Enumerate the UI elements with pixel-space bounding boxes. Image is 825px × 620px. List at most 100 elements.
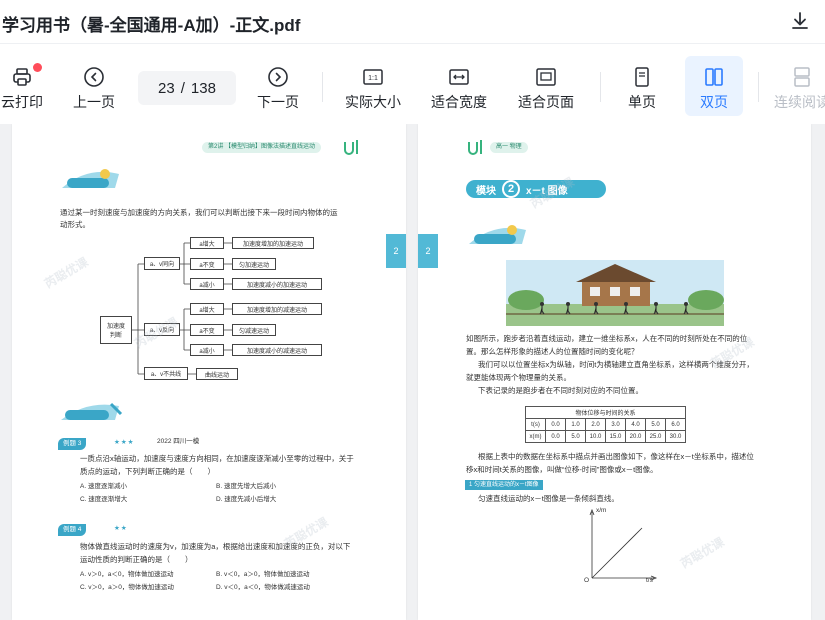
concept-result: 加速度减小的减速运动 [232, 344, 322, 356]
table-row-label: x(m) [525, 430, 546, 443]
concept-leaf: a不变 [190, 324, 224, 336]
body-text: 移x和时间t关系的图像，叫做“位移-时间”图像或x－t图像。 [466, 465, 658, 474]
total-pages: 138 [190, 79, 216, 97]
body-text: 就更能体现两个物理量的关系。 [466, 373, 571, 382]
next-page-label: 下一页 [257, 94, 299, 110]
body-text: 置。那么怎样形象的描述人的位置随时间的变化呢？ [466, 347, 639, 356]
fit-page-label: 适合页面 [518, 94, 574, 110]
fit-width-button[interactable]: 适合宽度 [426, 56, 492, 116]
prev-page-label: 上一页 [73, 94, 115, 110]
concept-result: 加速度增加的减速运动 [232, 303, 322, 315]
concept-result: 加速度减小的加速运动 [232, 278, 322, 290]
document-viewer[interactable]: 第2讲 【模型归纳】图像法描述直线运动 通过某一时刻速度与加速度的方向关系，我们… [0, 124, 825, 620]
prev-page-button[interactable]: 上一页 [66, 56, 122, 116]
section-badge-icon [464, 222, 534, 248]
notification-dot [33, 63, 42, 72]
concept-result: 曲线运动 [196, 368, 238, 380]
page-number-input[interactable]: 23 / 138 [138, 71, 236, 105]
option-d: D. 速度先减小后增大 [216, 496, 277, 503]
fit-width-label: 适合宽度 [431, 94, 487, 110]
option-c: C. v＞0，a＞0，物体做加速运动 [80, 584, 174, 591]
watermark: 芮聪优课 [677, 534, 727, 571]
table-cell: 25.0 [645, 430, 666, 443]
chapter-side-tab: 2 [386, 234, 406, 268]
concept-leaf: a减小 [190, 278, 224, 290]
fit-page-icon [534, 65, 558, 89]
table-cell: 5.0 [565, 430, 586, 443]
logo-icon [466, 138, 486, 156]
concept-branch: a、v不共线 [144, 367, 188, 380]
chevron-left-circle-icon [82, 65, 106, 89]
module-label: 模块 [476, 185, 496, 197]
concept-branch: a、v同向 [144, 257, 180, 270]
concept-result: 匀加速运动 [232, 258, 276, 270]
continuous-read-icon [790, 65, 814, 89]
option-c: C. 速度逐渐增大 [80, 496, 128, 503]
table-cell: 3.0 [605, 418, 626, 431]
actual-size-icon: 1:1 [361, 65, 385, 89]
option-d: D. v＜0，a＜0，物体做减速运动 [216, 584, 310, 591]
actual-size-label: 实际大小 [345, 94, 401, 110]
concept-leaf: a增大 [190, 303, 224, 315]
x-axis-label: t/s [646, 577, 653, 584]
table-cell: 6.0 [665, 418, 686, 431]
download-icon[interactable] [788, 9, 812, 33]
option-a: A. 速度逐渐减小 [80, 483, 127, 490]
next-page-button[interactable]: 下一页 [250, 56, 306, 116]
option-b: B. v＜0，a＞0，物体做加速运动 [216, 571, 310, 578]
question-text: 一质点沿x轴运动，加速度与速度方向相同，在加速度逐渐减小至零的过程中，关于 [80, 454, 354, 463]
runner-illustration [506, 260, 724, 326]
continuous-read-button[interactable]: 连续阅读 [772, 56, 825, 116]
example-source: 2022 四川一模 [157, 438, 200, 445]
table-cell: 5.0 [645, 418, 666, 431]
actual-size-button[interactable]: 1:1 实际大小 [340, 56, 406, 116]
document-title: 学习用书（暑-全国通用-A加）-正文.pdf [2, 16, 301, 35]
subsection-tag: 1 匀速直线运动的x－t图像 [465, 480, 543, 490]
question-text: 质点的运动，下列判断正确的是（ ） [80, 467, 215, 476]
table-cell: 1.0 [565, 418, 586, 431]
toolbar: 云打印 上一页 23 / 138 下一页 1:1 实际大小 适合宽度 适合页面 … [0, 56, 825, 120]
single-page-label: 单页 [628, 94, 656, 110]
origin-label: O [584, 577, 590, 584]
page-separator: / [180, 79, 185, 97]
chapter-side-tab: 2 [418, 234, 438, 268]
right-page: 高一 物理 模块 2 x－t 图像 如图所示，跑步者沿着直线运动，建立一维坐标系… [418, 124, 811, 620]
printer-icon [10, 65, 34, 89]
concept-result: 加速度增加的加速运动 [232, 237, 314, 249]
table-cell: 20.0 [625, 430, 646, 443]
example-tag: 例题 4 [58, 524, 87, 536]
fit-width-icon [447, 65, 471, 89]
concept-result: 匀减速运动 [232, 324, 276, 336]
y-axis-label: x/m [596, 507, 607, 514]
table-cell: 2.0 [585, 418, 606, 431]
body-text: 如图所示，跑步者沿着直线运动，建立一维坐标系x，人在不同的时刻所处在不同的位 [466, 334, 748, 343]
current-page: 23 [158, 79, 175, 97]
toolbar-divider [322, 72, 323, 102]
print-label: 云打印 [1, 94, 43, 110]
difficulty-stars: ★★ [114, 525, 128, 532]
print-button[interactable]: 云打印 [0, 56, 50, 116]
fit-page-button[interactable]: 适合页面 [513, 56, 579, 116]
question-text: 运动性质的判断正确的是（ ） [80, 555, 193, 564]
table-cell: 10.0 [585, 430, 606, 443]
concept-leaf: a增大 [190, 237, 224, 249]
single-page-button[interactable]: 单页 [614, 56, 670, 116]
table-cell: 0.0 [545, 418, 566, 431]
concept-root: 加速度 判断 [100, 316, 132, 344]
body-text: 下表记录的是跑步者在不同时刻对应的不同位置。 [478, 386, 643, 395]
double-page-button[interactable]: 双页 [685, 56, 743, 116]
example-tag: 例题 3 [58, 438, 87, 450]
question-text: 物体做直线运动时的速度为v，加速度为a，根据给出速度和加速度的正负，对以下 [80, 542, 351, 551]
title-bar: 学习用书（暑-全国通用-A加）-正文.pdf [0, 0, 825, 44]
single-page-icon [630, 65, 654, 89]
table-title: 物体位移与时间的关系 [525, 406, 686, 419]
table-cell: 4.0 [625, 418, 646, 431]
continuous-read-label: 连续阅读 [774, 94, 825, 110]
toolbar-divider [758, 72, 759, 102]
table-cell: 0.0 [545, 430, 566, 443]
module-number: 2 [502, 180, 520, 198]
option-a: A. v＞0，a＜0，物体做加速运动 [80, 571, 174, 578]
body-text: 根据上表中的数据在坐标系中描点并画出图像如下，像这样在x－t坐标系中，描述位 [478, 452, 754, 461]
option-b: B. 速度先增大后减小 [216, 483, 276, 490]
table-cell: 15.0 [605, 430, 626, 443]
